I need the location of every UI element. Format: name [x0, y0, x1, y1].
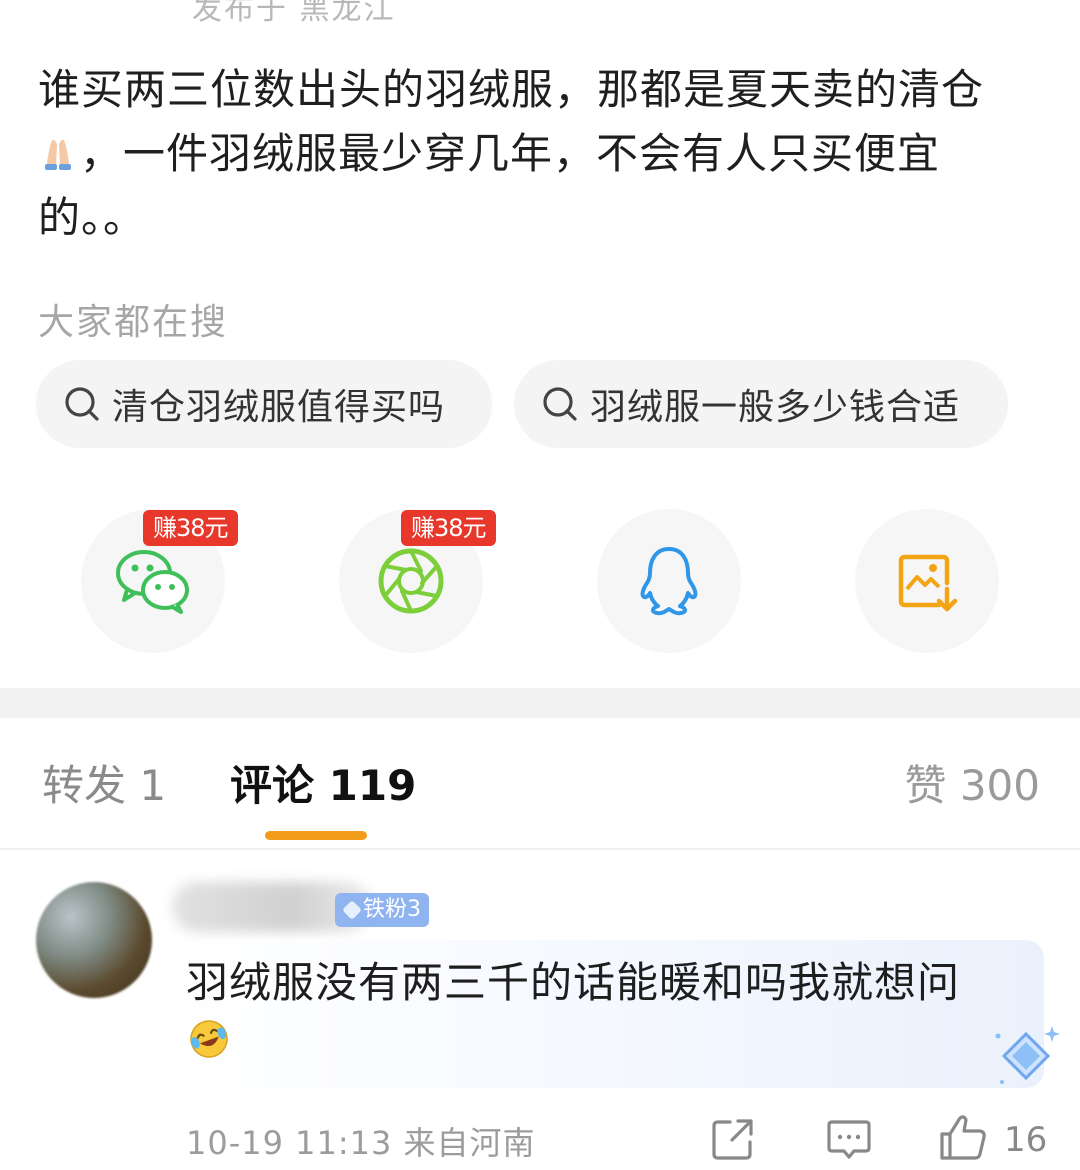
post-text-part2: ，一件羽绒服最少穿几年，不会有人只买便宜的。。 [38, 129, 941, 242]
fan-badge: 铁粉3 [335, 893, 429, 927]
trending-search-label: 大家都在搜 [38, 302, 229, 343]
comment-meta: 10-19 11:13 来自河南 [186, 1124, 536, 1162]
share-qq-button[interactable] [597, 509, 741, 653]
thumbs-up-icon[interactable] [938, 1112, 988, 1162]
share-icon[interactable] [710, 1116, 756, 1162]
tab-repost[interactable]: 转发 1 [42, 758, 166, 814]
reward-badge: 赚38元 [143, 510, 238, 546]
save-image-icon [898, 554, 958, 612]
folded-hands-icon [45, 139, 71, 170]
comment-like-count: 16 [1004, 1120, 1048, 1160]
laugh-cry-icon [190, 1020, 228, 1058]
tab-like[interactable]: 赞 300 [904, 758, 1040, 814]
tabs-divider [0, 848, 1080, 850]
search-icon [65, 387, 99, 421]
search-icon [543, 387, 577, 421]
section-divider [0, 688, 1080, 718]
tab-comment[interactable]: 评论 119 [230, 758, 416, 814]
post-text-part1: 谁买两三位数出头的羽绒服，那都是夏天卖的清仓 [38, 65, 985, 114]
diamond-icon [342, 900, 362, 920]
moments-icon [378, 548, 444, 614]
avatar[interactable] [36, 882, 152, 998]
search-chip-2-text: 羽绒服一般多少钱合适 [590, 387, 961, 428]
search-chip-1[interactable]: 清仓羽绒服值得买吗 [36, 360, 492, 448]
comment-text: 羽绒服没有两三千的话能暖和吗我就想问 [186, 958, 961, 1007]
qq-icon [640, 547, 698, 616]
wechat-icon [116, 550, 189, 614]
save-image-button[interactable] [855, 509, 999, 653]
search-chip-1-text: 清仓羽绒服值得买吗 [112, 387, 446, 428]
reward-badge: 赚38元 [401, 510, 496, 546]
sparkle-gem-icon [995, 1026, 1060, 1084]
comment-icon[interactable] [826, 1116, 872, 1162]
fan-badge-text: 铁粉3 [363, 897, 421, 922]
active-tab-indicator [265, 831, 367, 840]
search-chip-2[interactable]: 羽绒服一般多少钱合适 [514, 360, 1008, 448]
post-location: 发布于 黑龙江 [192, 0, 396, 27]
post-body: 谁买两三位数出头的羽绒服，那都是夏天卖的清仓 ，一件羽绒服最少穿几年，不会有人只… [38, 58, 1038, 250]
